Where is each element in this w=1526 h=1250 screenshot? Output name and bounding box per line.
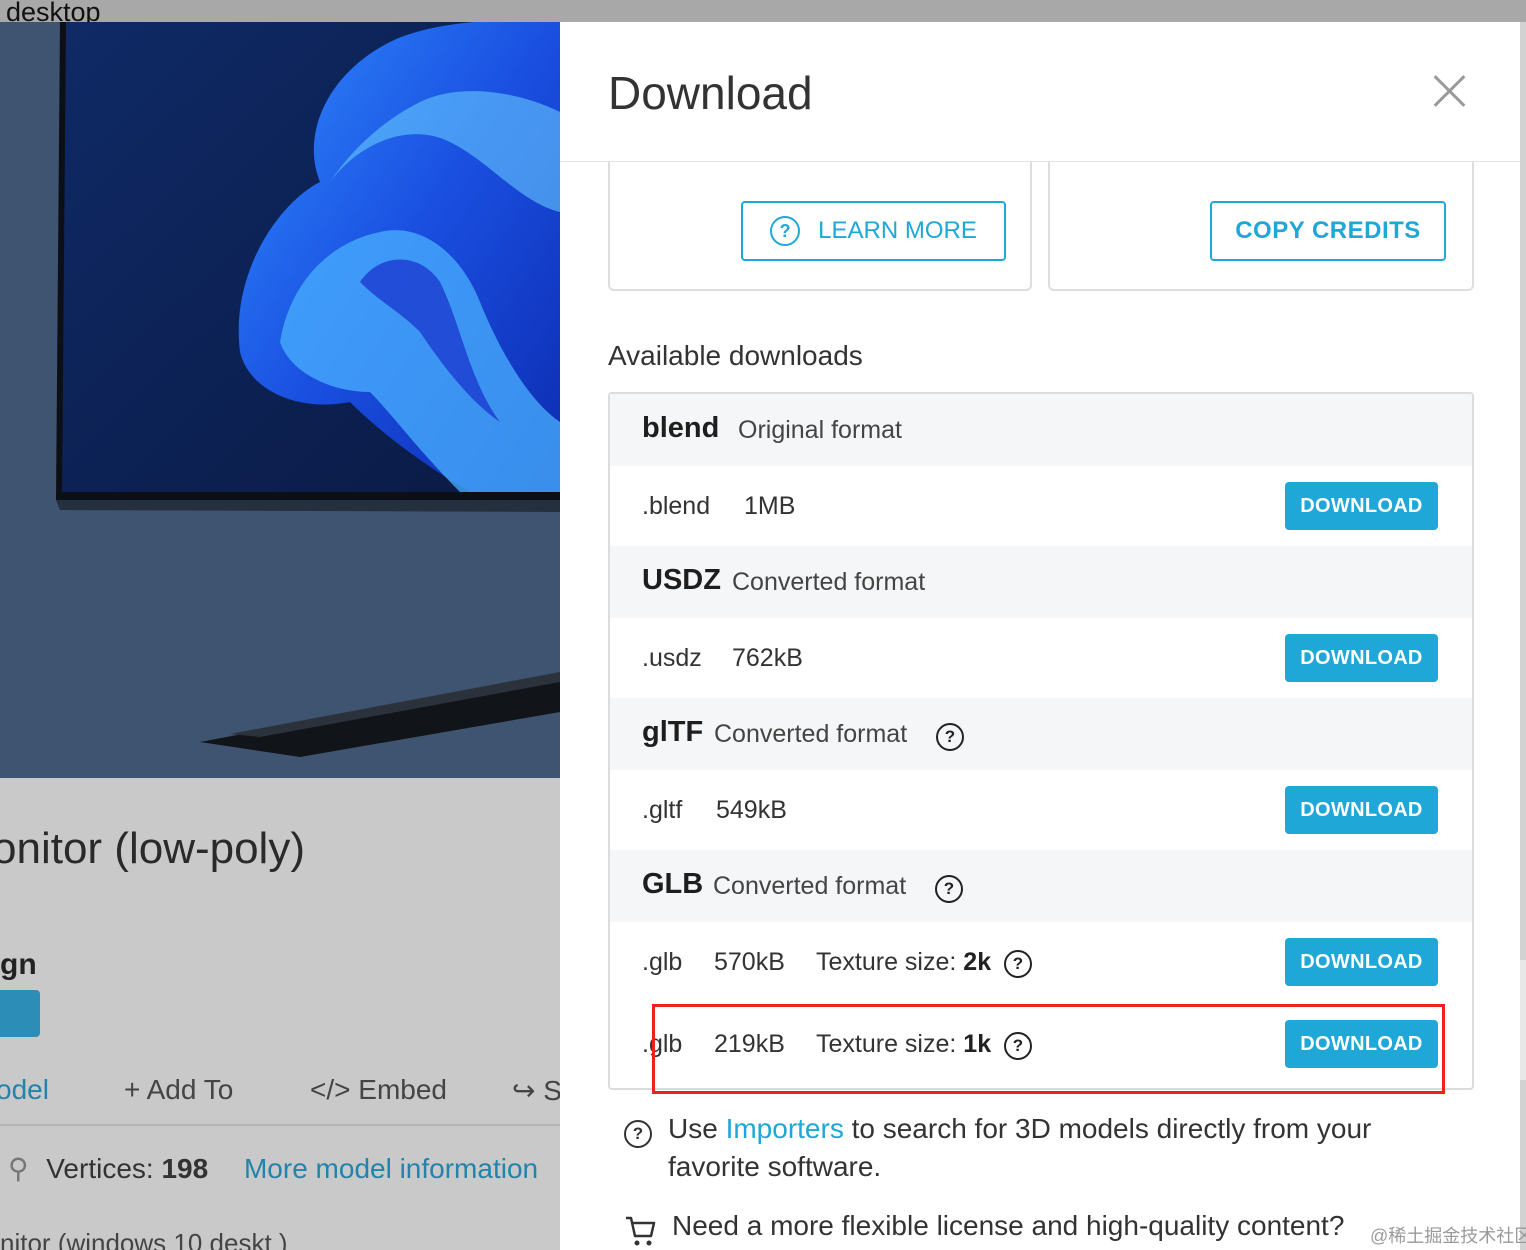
downloads-list: blend Original format .blend 1MB DOWNLOA… [608, 392, 1474, 1090]
cart-icon [626, 1216, 656, 1246]
vertices-label: Vertices: [46, 1153, 154, 1184]
format-header-glb: GLB Converted format ? [610, 850, 1472, 922]
help-icon[interactable]: ? [936, 723, 964, 751]
copy-credits-label: COPY CREDITS [1235, 217, 1421, 244]
format-header-blend: blend Original format [610, 394, 1472, 466]
importers-note: Use Importers to search for 3D models di… [668, 1113, 1372, 1182]
help-icon[interactable]: ? [935, 875, 963, 903]
texture-size: Texture size: 2k [816, 948, 992, 976]
license-card: ? LEARN MORE [608, 162, 1032, 291]
modal-header: Download [560, 22, 1520, 162]
model-title: onitor (low-poly) [0, 824, 305, 873]
download-button-blend[interactable]: DOWNLOAD [1285, 482, 1438, 530]
learn-more-button[interactable]: ? LEARN MORE [741, 201, 1006, 261]
format-desc: Converted format [713, 872, 907, 900]
vertices-value: 198 [161, 1153, 209, 1184]
background-page: onitor (low-poly) gn odel + Add To </> E… [0, 778, 560, 1250]
learn-more-label: LEARN MORE [818, 217, 977, 244]
add-to-action[interactable]: + Add To [124, 1074, 233, 1106]
download-button-gltf[interactable]: DOWNLOAD [1285, 786, 1438, 834]
monitor-render [0, 22, 560, 778]
file-size: 762kB [732, 644, 803, 672]
format-name: glTF [642, 716, 704, 748]
license-note: Need a more flexible license and high-qu… [672, 1210, 1345, 1241]
credits-card: COPY CREDITS [1048, 162, 1474, 291]
available-downloads-title: Available downloads [608, 340, 863, 371]
format-name: blend [642, 412, 720, 444]
file-row-usdz: .usdz 762kB DOWNLOAD [610, 618, 1472, 698]
red-highlight-box [652, 1004, 1445, 1094]
file-row-blend: .blend 1MB DOWNLOAD [610, 466, 1472, 546]
copy-credits-button[interactable]: COPY CREDITS [1210, 201, 1446, 261]
file-row-gltf: .gltf 549kB DOWNLOAD [610, 770, 1472, 850]
follow-button[interactable] [0, 990, 40, 1037]
format-header-gltf: glTF Converted format ? [610, 698, 1472, 770]
plus-icon: + [124, 1074, 147, 1105]
format-desc: Converted format [732, 568, 926, 596]
file-ext: .usdz [642, 644, 702, 672]
code-icon: </> [310, 1074, 359, 1105]
format-desc: Converted format [714, 720, 908, 748]
share-action[interactable]: ↪ S [512, 1074, 560, 1107]
format-name: USDZ [642, 564, 721, 596]
modal-title: Download [608, 67, 813, 119]
embed-action[interactable]: </> Embed [310, 1074, 447, 1106]
download-button-usdz[interactable]: DOWNLOAD [1285, 634, 1438, 682]
file-size: 1MB [744, 492, 796, 520]
format-name: GLB [642, 868, 704, 900]
file-size: 570kB [714, 948, 785, 976]
model-stats: ⚲ Vertices: 198 More model information [0, 1152, 538, 1185]
model-action-link[interactable]: odel [0, 1074, 49, 1106]
help-icon: ? [624, 1120, 652, 1148]
help-icon: ? [770, 216, 801, 246]
model-description: nitor (windows 10 deskt ) [0, 1228, 288, 1250]
file-ext: .blend [642, 492, 711, 520]
format-header-usdz: USDZ Converted format [610, 546, 1472, 618]
model-actions-bar: odel + Add To </> Embed ↪ S [0, 1074, 560, 1126]
importers-link[interactable]: Importers [726, 1113, 844, 1144]
help-icon[interactable]: ? [1004, 950, 1032, 978]
share-icon: ↪ [512, 1075, 544, 1106]
format-desc: Original format [738, 416, 902, 444]
file-row-glb-2k: .glb 570kB Texture size: 2k ? DOWNLOAD [610, 922, 1472, 1002]
watermark: @稀土掘金技术社区 [1370, 1226, 1526, 1246]
close-icon[interactable] [1432, 74, 1466, 108]
vertices-icon: ⚲ [8, 1153, 29, 1184]
file-ext: .gltf [642, 796, 683, 824]
download-button-glb-2k[interactable]: DOWNLOAD [1285, 938, 1438, 986]
download-modal: Download ? LEARN MORE COPY CREDITS Avail… [560, 22, 1520, 1250]
more-model-info-link[interactable]: More model information [244, 1153, 538, 1184]
author-name[interactable]: gn [0, 948, 37, 982]
model-viewer[interactable] [0, 22, 560, 778]
desktop-strip: desktop [0, 0, 1526, 27]
file-size: 549kB [716, 796, 787, 824]
file-ext: .glb [642, 948, 683, 976]
